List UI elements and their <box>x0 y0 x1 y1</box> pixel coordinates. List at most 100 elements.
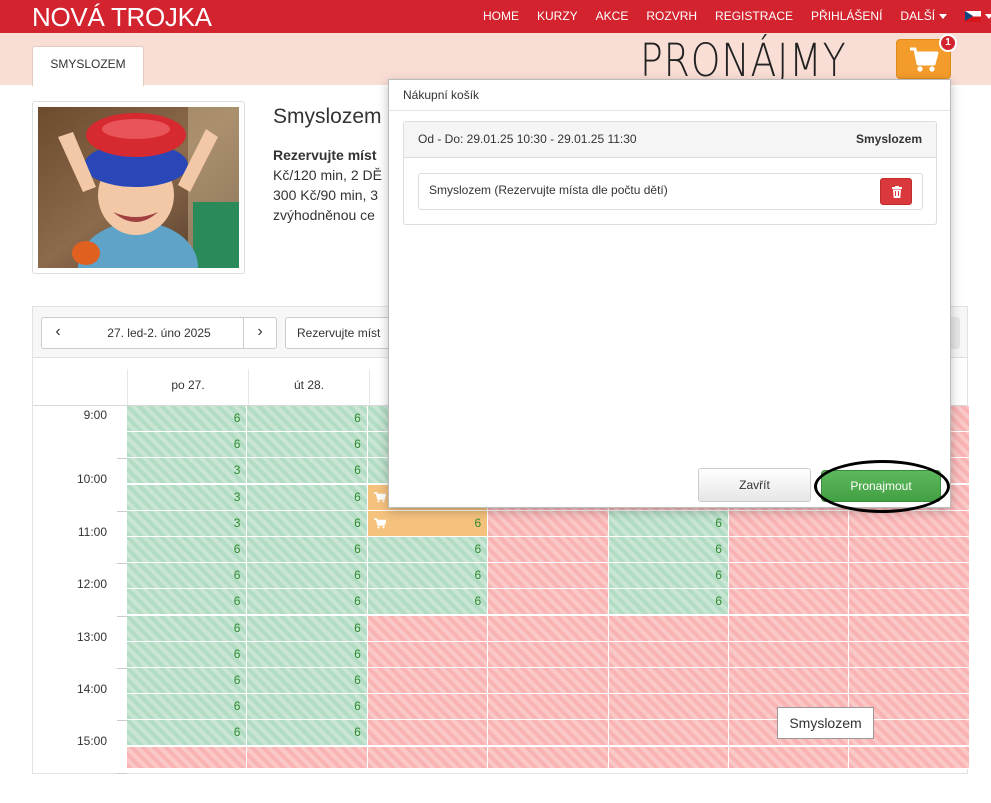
time-tick <box>117 720 127 722</box>
available-slot[interactable]: 6 <box>608 510 729 537</box>
product-desc-line: Kč/120 min, 2 DĚ <box>273 167 382 183</box>
slot-capacity: 6 <box>233 620 241 635</box>
language-dropdown[interactable] <box>956 0 991 33</box>
cart-small-icon <box>373 491 386 502</box>
prev-week-button[interactable]: ‹ <box>41 317 75 349</box>
nav-item-prihlaseni[interactable]: PŘIHLÁŠENÍ <box>802 0 891 33</box>
slot-capacity: 6 <box>233 542 241 556</box>
unavailable-slot <box>367 615 489 642</box>
next-week-button[interactable]: › <box>243 317 277 349</box>
available-slot[interactable]: 6 <box>127 537 248 563</box>
available-slot[interactable]: 6 <box>608 589 729 616</box>
slot-capacity: 6 <box>233 725 241 740</box>
time-label: 11:00 <box>77 524 107 539</box>
slot-capacity: 3 <box>233 515 241 530</box>
nav-item-akce[interactable]: AKCE <box>587 0 638 33</box>
available-slot[interactable]: 6 <box>608 537 729 563</box>
tab-smyslozem[interactable]: SMYSLOZEM <box>32 46 144 86</box>
unavailable-slot <box>849 563 970 590</box>
available-slot[interactable]: 6 <box>247 694 368 721</box>
available-slot[interactable]: 6 <box>247 537 368 563</box>
available-slot[interactable]: 6 <box>247 720 368 747</box>
available-slot[interactable]: 6 <box>127 668 248 694</box>
delete-item-button[interactable] <box>880 178 912 205</box>
unavailable-slot <box>488 615 609 642</box>
slot-capacity: 6 <box>354 463 361 478</box>
slot-capacity: 6 <box>233 568 241 583</box>
available-slot[interactable]: 6 <box>127 615 248 642</box>
date-range-label: 27. led-2. úno 2025 <box>74 317 244 349</box>
available-slot[interactable]: 3 <box>127 484 248 511</box>
slot-capacity: 6 <box>354 646 361 661</box>
nav-item-dalsi[interactable]: DALŠÍ <box>891 0 956 33</box>
available-slot[interactable]: 6 <box>247 484 368 511</box>
nav-item-kurzy[interactable]: KURZY <box>528 0 587 33</box>
nav-item-home[interactable]: HOME <box>474 0 528 33</box>
time-label: 13:00 <box>76 629 107 644</box>
unavailable-slot <box>488 641 609 668</box>
time-label: 10:00 <box>76 472 107 487</box>
nav-item-registrace[interactable]: REGISTRACE <box>706 0 802 33</box>
unavailable-slot <box>849 746 970 769</box>
time-label: 12:00 <box>76 577 107 592</box>
available-slot[interactable]: 6 <box>247 510 368 537</box>
slot-capacity: 6 <box>233 646 241 661</box>
in-cart-slot[interactable]: 6 <box>367 510 489 537</box>
product-title: Smyslozem <box>273 105 382 128</box>
available-slot[interactable]: 6 <box>127 406 248 432</box>
slot-capacity: 6 <box>354 542 361 556</box>
slot-tooltip: Smyslozem <box>777 707 874 739</box>
unavailable-slot <box>488 563 609 590</box>
available-slot[interactable]: 6 <box>127 641 248 668</box>
unavailable-slot <box>849 537 970 563</box>
time-label: 14:00 <box>76 682 107 696</box>
available-slot[interactable]: 6 <box>127 432 248 459</box>
unavailable-slot <box>849 510 970 537</box>
available-slot[interactable]: 3 <box>127 458 248 485</box>
available-slot[interactable]: 6 <box>367 589 489 616</box>
available-slot[interactable]: 6 <box>367 563 489 590</box>
nav-item-rozvrh[interactable]: ROZVRH <box>637 0 706 33</box>
slot-capacity: 6 <box>474 542 482 556</box>
time-label: 9:00 <box>83 408 107 422</box>
available-slot[interactable]: 6 <box>247 458 368 485</box>
slot-capacity: 6 <box>354 673 361 687</box>
top-navbar: NOVÁ TROJKA HOME KURZY AKCE ROZVRH REGIS… <box>0 0 991 33</box>
brand-logo[interactable]: NOVÁ TROJKA <box>32 1 212 33</box>
unavailable-slot <box>608 641 729 668</box>
unavailable-slot <box>367 694 489 721</box>
available-slot[interactable]: 6 <box>247 668 368 694</box>
highlight-annotation <box>814 460 950 513</box>
slot-capacity: 6 <box>354 620 361 635</box>
unavailable-slot <box>729 510 850 537</box>
available-slot[interactable]: 6 <box>127 589 248 616</box>
product-description: Rezervujte míst Kč/120 min, 2 DĚ 300 Kč/… <box>273 145 388 225</box>
available-slot[interactable]: 6 <box>247 641 368 668</box>
available-slot[interactable]: 6 <box>127 720 248 747</box>
available-slot[interactable]: 6 <box>247 563 368 590</box>
unavailable-slot <box>608 668 729 694</box>
unavailable-slot <box>367 720 489 747</box>
available-slot[interactable]: 6 <box>127 563 248 590</box>
available-slot[interactable]: 6 <box>127 694 248 721</box>
available-slot[interactable]: 3 <box>127 510 248 537</box>
product-thumbnail <box>32 101 245 274</box>
slot-capacity: 3 <box>233 463 241 478</box>
nav-menu: HOME KURZY AKCE ROZVRH REGISTRACE PŘIHLÁ… <box>474 0 991 33</box>
available-slot[interactable]: 6 <box>608 563 729 590</box>
time-tick <box>117 510 127 512</box>
slot-capacity: 6 <box>233 437 241 452</box>
unavailable-slot <box>729 589 850 616</box>
available-slot[interactable]: 6 <box>247 406 368 432</box>
available-slot[interactable]: 6 <box>247 589 368 616</box>
close-button[interactable]: Zavřít <box>698 468 811 502</box>
available-slot[interactable]: 6 <box>247 432 368 459</box>
unavailable-slot <box>729 668 850 694</box>
available-slot[interactable]: 6 <box>247 615 368 642</box>
shopping-cart-icon <box>910 47 939 72</box>
service-select[interactable]: Rezervujte míst <box>285 317 405 349</box>
time-tick <box>117 668 127 669</box>
available-slot[interactable]: 6 <box>367 537 489 563</box>
slot-capacity: 6 <box>474 568 482 583</box>
slot-capacity: 6 <box>354 725 361 740</box>
